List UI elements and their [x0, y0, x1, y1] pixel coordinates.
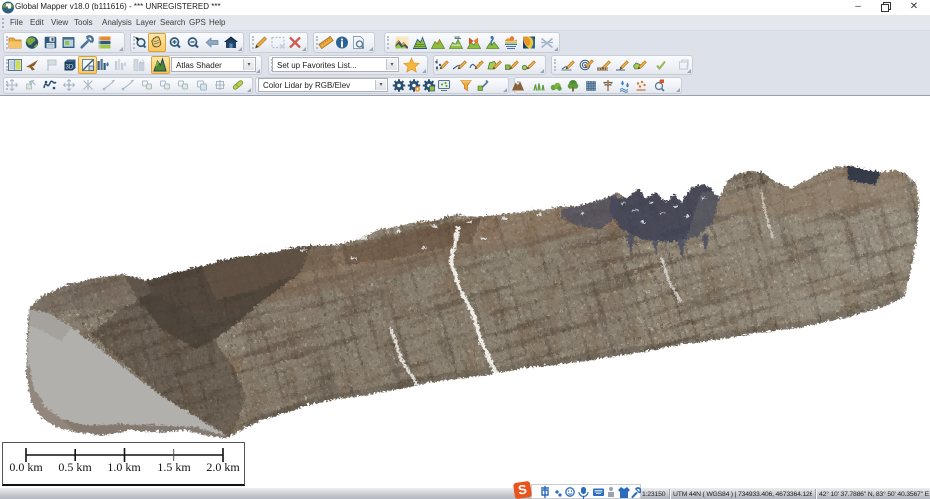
svg-text:3D: 3D: [66, 65, 74, 71]
